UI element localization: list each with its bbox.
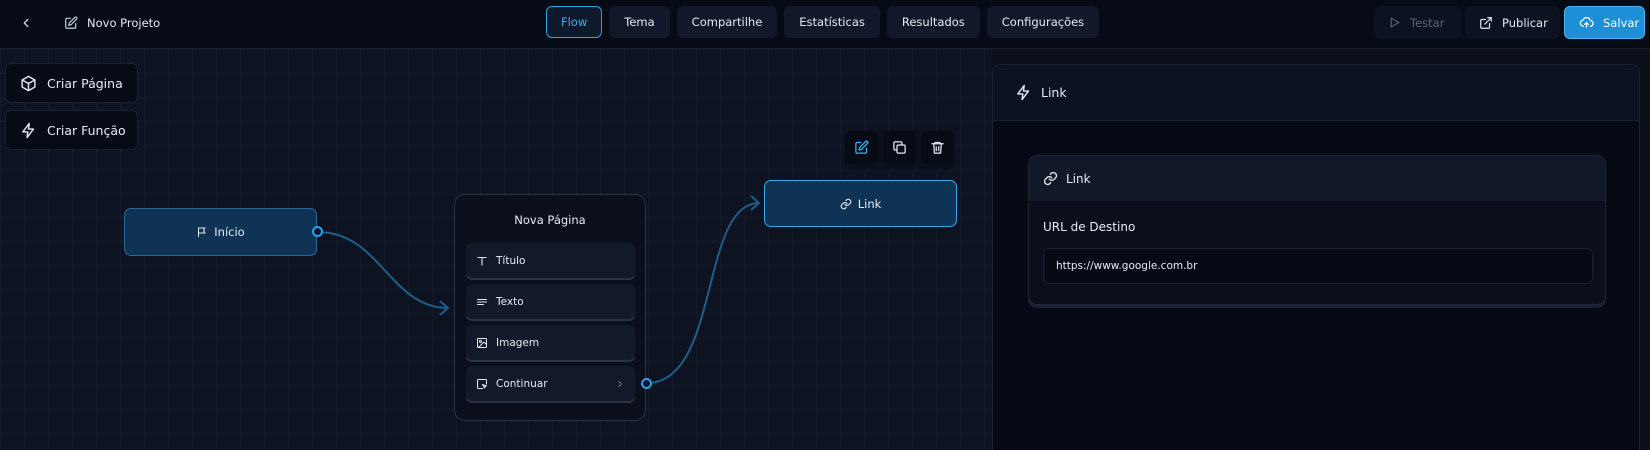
lightning-icon [1015, 84, 1032, 101]
chevron-right-icon [615, 379, 625, 389]
back-button[interactable] [14, 11, 38, 35]
node-page-output-handle[interactable] [641, 378, 652, 389]
panel-body: Link URL de Destino [993, 121, 1639, 450]
copy-icon [892, 140, 907, 155]
test-label: Testar [1410, 15, 1445, 30]
node-start-output-handle[interactable] [312, 226, 323, 237]
create-function-button[interactable]: Criar Função [5, 110, 138, 150]
link-settings-card: Link URL de Destino [1028, 155, 1606, 305]
node-toolbar [844, 130, 955, 170]
panel-header: Link [993, 65, 1639, 121]
chevron-left-icon [19, 16, 33, 30]
duplicate-node-button[interactable] [883, 131, 916, 164]
node-page[interactable]: Nova Página Título Texto Imagem Continua… [454, 194, 646, 421]
edit-node-button[interactable] [845, 131, 878, 164]
publish-button[interactable]: Publicar [1465, 6, 1560, 39]
continue-icon [476, 378, 488, 390]
tab-compartilhe[interactable]: Compartilhe [676, 6, 778, 38]
trash-icon [930, 140, 945, 155]
project-name: Novo Projeto [87, 16, 161, 30]
edit-icon [854, 140, 869, 155]
create-page-button[interactable]: Criar Página [5, 63, 138, 103]
image-icon [476, 337, 488, 349]
create-page-label: Criar Página [47, 75, 123, 91]
page-item-label: Continuar [496, 377, 548, 390]
delete-node-button[interactable] [921, 131, 954, 164]
lightning-icon [20, 122, 37, 139]
node-start[interactable]: Início [124, 208, 317, 256]
tab-resultados[interactable]: Resultados [886, 6, 980, 38]
cube-icon [20, 75, 37, 92]
save-button[interactable]: Salvar [1564, 6, 1645, 39]
publish-label: Publicar [1502, 15, 1548, 30]
project-title[interactable]: Novo Projeto [64, 12, 160, 34]
test-button[interactable]: Testar [1374, 6, 1462, 39]
page-item-titulo[interactable]: Título [466, 243, 635, 278]
edit-icon [64, 16, 78, 30]
card-header: Link [1029, 156, 1605, 201]
external-link-icon [1479, 16, 1493, 30]
paragraph-icon [476, 296, 488, 308]
card-title: Link [1066, 171, 1091, 186]
url-input[interactable] [1043, 248, 1593, 284]
flag-icon [196, 226, 208, 238]
tab-flow[interactable]: Flow [546, 6, 603, 38]
page-item-label: Título [496, 254, 526, 267]
page-item-texto[interactable]: Texto [466, 284, 635, 319]
tab-configuracoes[interactable]: Configurações [986, 6, 1100, 38]
play-icon [1388, 16, 1401, 29]
tab-estatisticas[interactable]: Estatísticas [784, 6, 880, 38]
save-label: Salvar [1603, 15, 1640, 30]
page-item-label: Imagem [496, 336, 540, 349]
page-item-imagem[interactable]: Imagem [466, 325, 635, 360]
link-icon [840, 198, 852, 210]
panel-title: Link [1041, 85, 1067, 100]
cloud-upload-icon [1579, 15, 1594, 30]
node-link[interactable]: Link [764, 180, 957, 227]
create-function-label: Criar Função [47, 122, 126, 138]
tab-tema[interactable]: Tema [609, 6, 670, 38]
node-start-label: Início [214, 225, 245, 239]
main-tabs: Flow Tema Compartilhe Estatísticas Resul… [546, 6, 1100, 38]
node-link-label: Link [857, 196, 882, 211]
url-field-label: URL de Destino [1043, 220, 1136, 234]
properties-panel: Link Link URL de Destino [992, 64, 1640, 450]
top-bar: Novo Projeto Flow Tema Compartilhe Estat… [0, 0, 1650, 49]
text-type-icon [476, 255, 488, 267]
page-item-label: Texto [496, 295, 524, 308]
link-icon [1043, 171, 1058, 186]
node-page-title: Nova Página [514, 213, 586, 227]
page-item-continuar[interactable]: Continuar [466, 366, 635, 401]
